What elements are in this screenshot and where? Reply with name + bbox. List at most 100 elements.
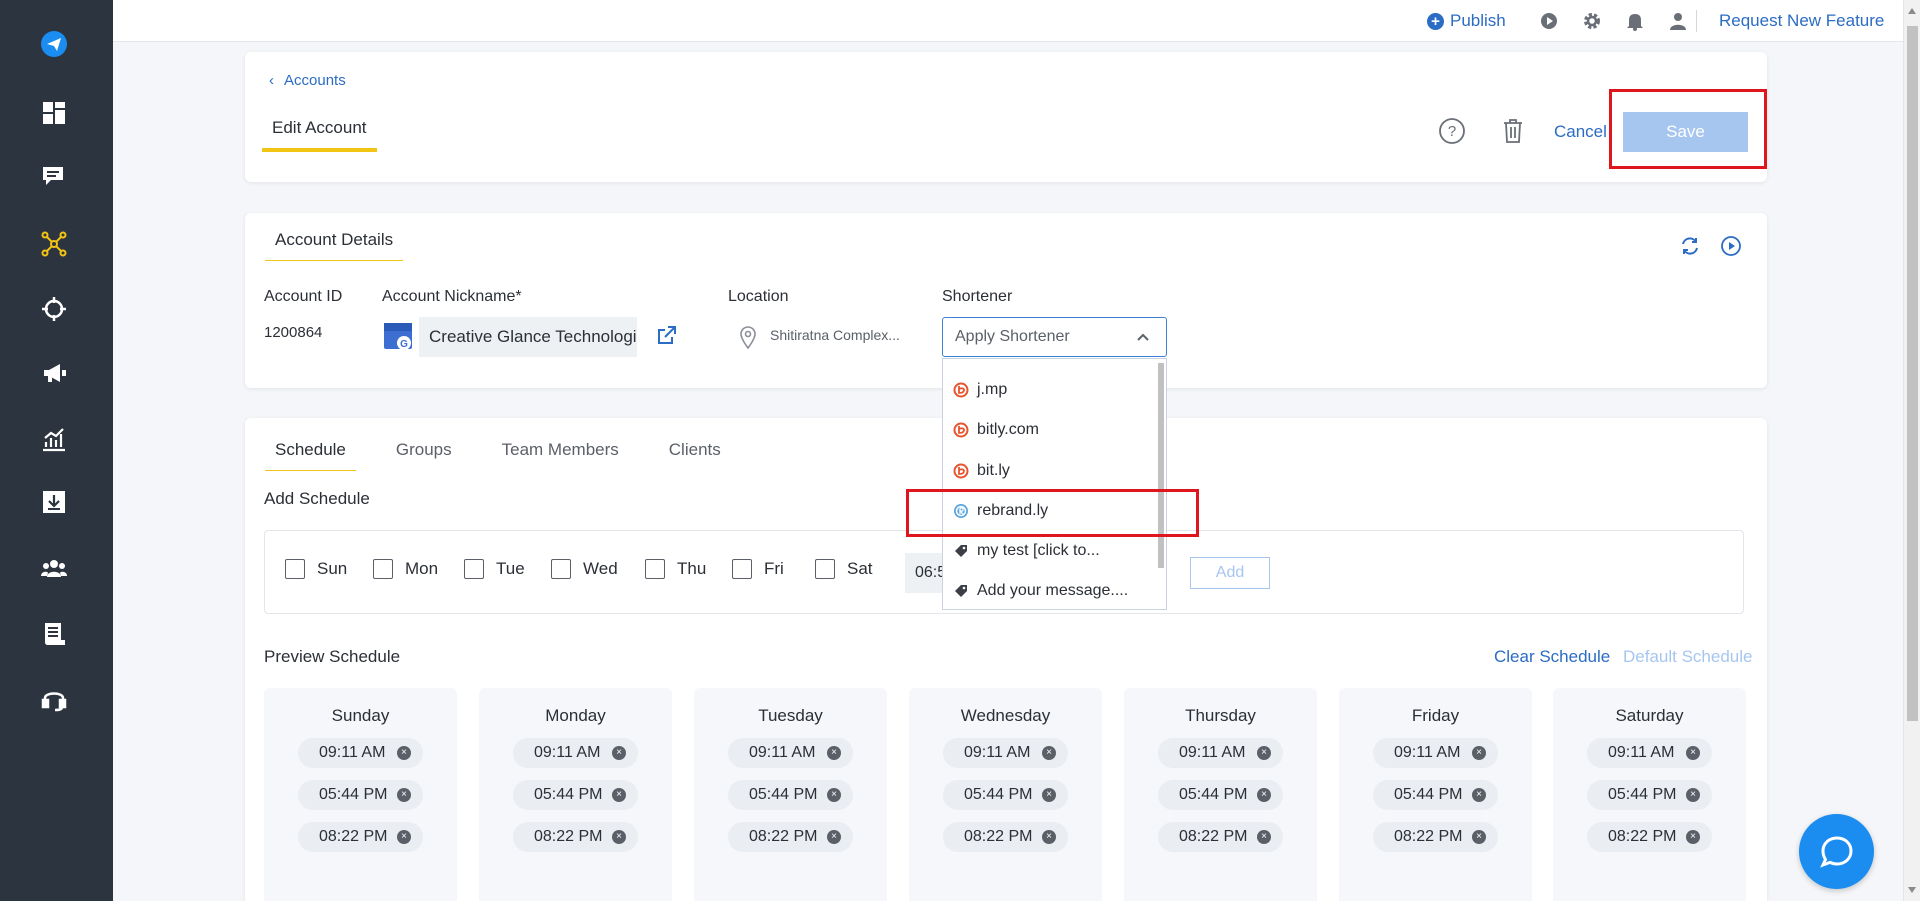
checkbox[interactable] bbox=[815, 559, 835, 579]
reports-icon[interactable] bbox=[38, 618, 70, 650]
scroll-down-icon[interactable] bbox=[1908, 887, 1916, 893]
checkbox[interactable] bbox=[645, 559, 665, 579]
team-icon[interactable] bbox=[38, 553, 70, 585]
clear-schedule-link[interactable]: Clear Schedule bbox=[1494, 647, 1610, 667]
remove-time-icon[interactable]: × bbox=[1686, 830, 1700, 844]
time-chip-label: 09:11 AM bbox=[534, 744, 601, 761]
day-checkbox-fri[interactable]: Fri bbox=[732, 559, 784, 579]
time-chip: 09:11 AM × bbox=[1158, 738, 1283, 768]
day-checkbox-sat[interactable]: Sat bbox=[815, 559, 873, 579]
day-checkbox-wed[interactable]: Wed bbox=[551, 559, 618, 579]
gear-icon[interactable] bbox=[1581, 0, 1603, 42]
checkbox[interactable] bbox=[732, 559, 752, 579]
dropdown-option-bitly-com[interactable]: bitly.com bbox=[953, 415, 1039, 445]
remove-time-icon[interactable]: × bbox=[612, 746, 626, 760]
day-checkbox-mon[interactable]: Mon bbox=[373, 559, 438, 579]
day-name: Tuesday bbox=[758, 706, 823, 725]
day-checkbox-tue[interactable]: Tue bbox=[464, 559, 525, 579]
cancel-button[interactable]: Cancel bbox=[1554, 122, 1607, 142]
account-id-value: 1200864 bbox=[264, 324, 323, 341]
checkbox[interactable] bbox=[285, 559, 305, 579]
remove-time-icon[interactable]: × bbox=[1472, 830, 1486, 844]
add-schedule-button[interactable]: Add bbox=[1190, 557, 1270, 589]
remove-time-icon[interactable]: × bbox=[1042, 788, 1056, 802]
location-label: Location bbox=[728, 288, 789, 305]
dropdown-option-bit-ly[interactable]: bit.ly bbox=[953, 456, 1010, 486]
time-chip: 05:44 PM × bbox=[943, 780, 1068, 810]
bitly-icon bbox=[953, 382, 969, 398]
play-icon[interactable] bbox=[1538, 0, 1560, 42]
support-headset-icon[interactable] bbox=[38, 683, 70, 715]
tab-schedule[interactable]: Schedule bbox=[265, 440, 356, 471]
help-icon[interactable]: ? bbox=[1437, 116, 1467, 146]
accounts-network-icon[interactable] bbox=[38, 228, 70, 260]
remove-time-icon[interactable]: × bbox=[827, 830, 841, 844]
time-chip: 09:11 AM × bbox=[1587, 738, 1712, 768]
remove-time-icon[interactable]: × bbox=[397, 746, 411, 760]
dropdown-option-add-message[interactable]: Add your message.... bbox=[953, 576, 1128, 606]
scroll-up-icon[interactable] bbox=[1908, 8, 1916, 14]
user-icon[interactable] bbox=[1667, 0, 1689, 42]
checkbox[interactable] bbox=[373, 559, 393, 579]
messages-icon[interactable] bbox=[38, 161, 70, 193]
tab-team-members[interactable]: Team Members bbox=[492, 440, 629, 471]
request-feature-link[interactable]: Request New Feature bbox=[1719, 0, 1884, 42]
dropdown-scrollbar[interactable] bbox=[1158, 363, 1164, 568]
dropdown-option-jmp[interactable]: j.mp bbox=[953, 375, 1007, 405]
download-icon[interactable] bbox=[38, 486, 70, 518]
remove-time-icon[interactable]: × bbox=[827, 788, 841, 802]
paper-plane-logo-icon[interactable] bbox=[38, 28, 70, 60]
dashboard-icon[interactable] bbox=[38, 97, 70, 129]
megaphone-icon[interactable] bbox=[38, 357, 70, 389]
analytics-icon[interactable] bbox=[38, 423, 70, 455]
remove-time-icon[interactable]: × bbox=[612, 788, 626, 802]
account-details-tab[interactable]: Account Details bbox=[265, 230, 404, 261]
day-name: Monday bbox=[545, 706, 606, 725]
time-chip-label: 05:44 PM bbox=[964, 786, 1033, 803]
day-checkbox-sun[interactable]: Sun bbox=[285, 559, 347, 579]
location-value[interactable]: Shitiratna Complex... bbox=[770, 327, 900, 343]
remove-time-icon[interactable]: × bbox=[1472, 788, 1486, 802]
remove-time-icon[interactable]: × bbox=[1472, 746, 1486, 760]
location-pin-icon bbox=[739, 325, 757, 354]
tab-clients[interactable]: Clients bbox=[659, 440, 731, 471]
remove-time-icon[interactable]: × bbox=[1257, 830, 1271, 844]
nickname-input[interactable]: Creative Glance Technologi bbox=[419, 317, 637, 357]
play-circle-icon[interactable] bbox=[1720, 235, 1742, 262]
time-chip: 05:44 PM × bbox=[728, 780, 853, 810]
remove-time-icon[interactable]: × bbox=[827, 746, 841, 760]
dropdown-option-label: j.mp bbox=[977, 381, 1008, 398]
remove-time-icon[interactable]: × bbox=[397, 788, 411, 802]
day-column-saturday: Saturday 09:11 AM × 05:44 PM × 08:22 PM × bbox=[1553, 688, 1746, 901]
remove-time-icon[interactable]: × bbox=[397, 830, 411, 844]
back-to-accounts-link[interactable]: ‹ Accounts bbox=[269, 72, 346, 89]
remove-time-icon[interactable]: × bbox=[1686, 746, 1700, 760]
shortener-select[interactable]: Apply Shortener bbox=[942, 317, 1167, 357]
remove-time-icon[interactable]: × bbox=[612, 830, 626, 844]
checkbox[interactable] bbox=[464, 559, 484, 579]
time-chip-label: 05:44 PM bbox=[1394, 786, 1463, 803]
refresh-icon[interactable] bbox=[1679, 235, 1701, 262]
day-name: Sunday bbox=[331, 706, 390, 725]
remove-time-icon[interactable]: × bbox=[1042, 746, 1056, 760]
remove-time-icon[interactable]: × bbox=[1042, 830, 1056, 844]
day-name: Wednesday bbox=[960, 706, 1051, 725]
day-checkbox-thu[interactable]: Thu bbox=[645, 559, 706, 579]
notification-bell-icon[interactable] bbox=[1624, 0, 1646, 42]
checkbox[interactable] bbox=[551, 559, 571, 579]
page-scrollbar[interactable] bbox=[1903, 0, 1920, 901]
dropdown-option-my-test[interactable]: my test [click to... bbox=[953, 536, 1100, 566]
tab-groups[interactable]: Groups bbox=[386, 440, 462, 471]
remove-time-icon[interactable]: × bbox=[1257, 746, 1271, 760]
publish-button[interactable]: + Publish bbox=[1427, 0, 1506, 42]
chat-support-button[interactable] bbox=[1799, 814, 1874, 889]
default-schedule-link[interactable]: Default Schedule bbox=[1623, 647, 1752, 667]
remove-time-icon[interactable]: × bbox=[1257, 788, 1271, 802]
scroll-thumb[interactable] bbox=[1907, 26, 1918, 721]
shortener-label: Shortener bbox=[942, 288, 1013, 305]
sidebar bbox=[0, 0, 113, 901]
trash-icon[interactable] bbox=[1498, 116, 1528, 146]
external-link-icon[interactable] bbox=[656, 324, 678, 351]
remove-time-icon[interactable]: × bbox=[1686, 788, 1700, 802]
target-icon[interactable] bbox=[38, 293, 70, 325]
